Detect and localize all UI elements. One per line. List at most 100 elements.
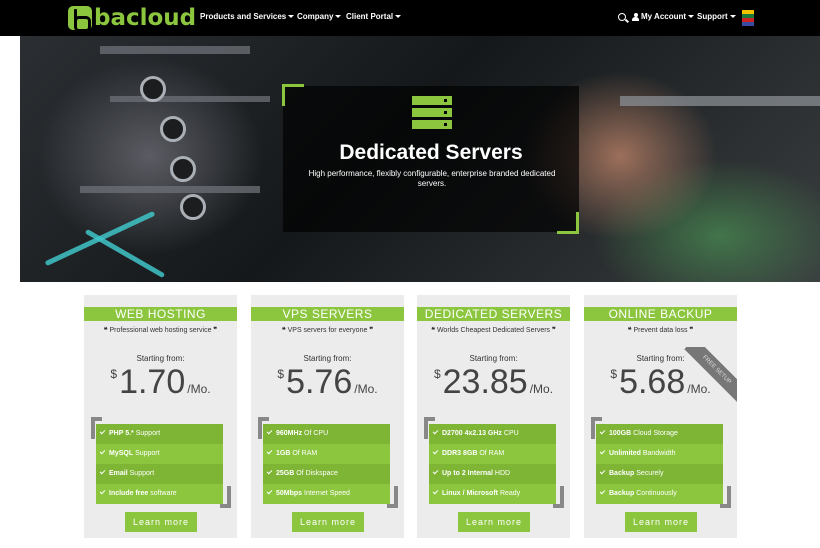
nav-client-portal[interactable]: Client Portal xyxy=(346,12,402,21)
feature-strong: 100GB xyxy=(609,430,632,437)
user-icon xyxy=(632,12,639,21)
feature-strong: Email xyxy=(109,470,128,477)
check-icon xyxy=(599,448,606,454)
starting-from-label: Starting from: xyxy=(636,354,685,363)
feature-strong: 1GB xyxy=(276,450,291,457)
feature-strong: Include free xyxy=(109,490,149,497)
learn-more-button[interactable]: Learn more xyxy=(125,512,197,532)
check-icon xyxy=(599,468,606,474)
check-icon xyxy=(266,468,273,474)
hero-title: Dedicated Servers xyxy=(339,141,523,164)
search-icon[interactable] xyxy=(618,13,626,21)
feature-rest: Bandwidth xyxy=(640,450,676,457)
caret-down-icon xyxy=(688,15,695,19)
hero-corner xyxy=(557,212,579,234)
nav-my-account[interactable]: My Account xyxy=(632,12,695,21)
feature-item: 100GB Cloud Storage xyxy=(596,424,723,444)
top-navbar: bacloud Products and Services Company Cl… xyxy=(0,0,820,36)
nav-label: Client Portal xyxy=(346,12,394,21)
check-icon xyxy=(432,488,439,494)
feature-strong: 25GB xyxy=(276,470,295,477)
price-currency: $ xyxy=(610,367,618,381)
logo[interactable]: bacloud xyxy=(68,5,196,32)
feature-rest: Internet Speed xyxy=(302,490,350,497)
plan-title: ONLINE BACKUP xyxy=(584,307,737,321)
nav-label: Company xyxy=(297,12,334,21)
feature-rest: Support xyxy=(133,450,160,457)
feature-item: PHP 5.* Support xyxy=(96,424,223,444)
price-value: 5.76 xyxy=(286,363,353,401)
learn-more-button[interactable]: Learn more xyxy=(292,512,364,532)
feature-item: Unlimited Bandwidth xyxy=(596,444,723,464)
nav-label: My Account xyxy=(641,12,687,21)
plan-price: $5.68/Mo. xyxy=(584,363,737,402)
price-value: 5.68 xyxy=(619,363,686,401)
feature-item: 25GB Of Diskspace xyxy=(263,464,390,484)
feature-strong: PHP 5.* xyxy=(109,430,134,437)
feature-item: Backup Securely xyxy=(596,464,723,484)
check-icon xyxy=(99,448,106,454)
plan-tagline-text: Prevent data loss xyxy=(633,327,688,334)
hero-decor xyxy=(80,186,260,193)
hero-decor xyxy=(100,46,250,54)
feature-rest: Continuously xyxy=(634,490,677,497)
check-icon xyxy=(266,488,273,494)
feature-item: 1GB Of RAM xyxy=(263,444,390,464)
feature-strong: Linux / Microsoft xyxy=(442,490,498,497)
nav-label: Support xyxy=(697,12,728,21)
feature-item: D2700 4x2.13 GHz CPU xyxy=(429,424,556,444)
feature-rest: Of RAM xyxy=(290,450,318,457)
logo-icon xyxy=(68,6,92,32)
caret-down-icon xyxy=(335,15,342,19)
feature-item: MySQL Support xyxy=(96,444,223,464)
feature-item: Backup Continuously xyxy=(596,484,723,504)
fan-icon xyxy=(170,156,196,182)
plan-tagline: ❝ Worlds Cheapest Dedicated Servers ❞ xyxy=(431,327,556,334)
price-value: 1.70 xyxy=(119,363,186,401)
check-icon xyxy=(99,428,106,434)
price-period: /Mo. xyxy=(354,382,378,396)
check-icon xyxy=(266,428,273,434)
feature-rest: CPU xyxy=(501,430,519,437)
feature-rest: Of Diskspace xyxy=(294,470,338,477)
feature-rest: software xyxy=(148,490,177,497)
price-currency: $ xyxy=(277,367,285,381)
nav-products-and-services[interactable]: Products and Services xyxy=(200,12,295,21)
plan-card-dedicated-servers: DEDICATED SERVERS ❝ Worlds Cheapest Dedi… xyxy=(417,295,570,538)
price-period: /Mo. xyxy=(529,382,554,396)
feature-rest: Support xyxy=(127,470,155,477)
plan-tagline-text: Worlds Cheapest Dedicated Servers xyxy=(436,327,551,334)
check-icon xyxy=(99,468,106,474)
feature-list: D2700 4x2.13 GHz CPU DDR3 8GB Of RAM Up … xyxy=(429,424,556,504)
learn-more-button[interactable]: Learn more xyxy=(625,512,697,532)
feature-rest: Securely xyxy=(634,470,664,477)
feature-rest: Of RAM xyxy=(477,450,505,457)
feature-strong: 50Mbps xyxy=(276,490,303,497)
caret-down-icon xyxy=(288,15,295,19)
plan-card-online-backup: ONLINE BACKUP ❝ Prevent data loss ❞ FREE… xyxy=(584,295,737,538)
caret-down-icon xyxy=(729,15,736,19)
feature-item: Include free software xyxy=(96,484,223,504)
check-icon xyxy=(432,468,439,474)
feature-item: Up to 2 Internal HDD xyxy=(429,464,556,484)
plan-tagline: ❝ Professional web hosting service ❞ xyxy=(103,327,218,334)
flag-icon[interactable] xyxy=(742,10,754,26)
learn-more-button[interactable]: Learn more xyxy=(458,512,530,532)
caret-down-icon xyxy=(395,15,402,19)
hero-subtitle: High performance, flexibly configurable,… xyxy=(308,169,556,188)
price-currency: $ xyxy=(433,367,441,381)
hero-decor xyxy=(620,96,820,106)
check-icon xyxy=(266,448,273,454)
price-period: /Mo. xyxy=(687,382,711,396)
server-icon xyxy=(412,96,452,130)
nav-company[interactable]: Company xyxy=(297,12,342,21)
plan-tagline: ❝ Prevent data loss ❞ xyxy=(627,327,694,334)
fan-icon xyxy=(160,116,186,142)
feature-rest: Ready xyxy=(498,490,521,497)
price-value: 23.85 xyxy=(442,363,528,401)
feature-strong: 960MHz xyxy=(276,430,303,437)
feature-item: Linux / Microsoft Ready xyxy=(429,484,556,504)
feature-item: 960MHz Of CPU xyxy=(263,424,390,444)
feature-item: DDR3 8GB Of RAM xyxy=(429,444,556,464)
nav-support[interactable]: Support xyxy=(697,12,736,21)
